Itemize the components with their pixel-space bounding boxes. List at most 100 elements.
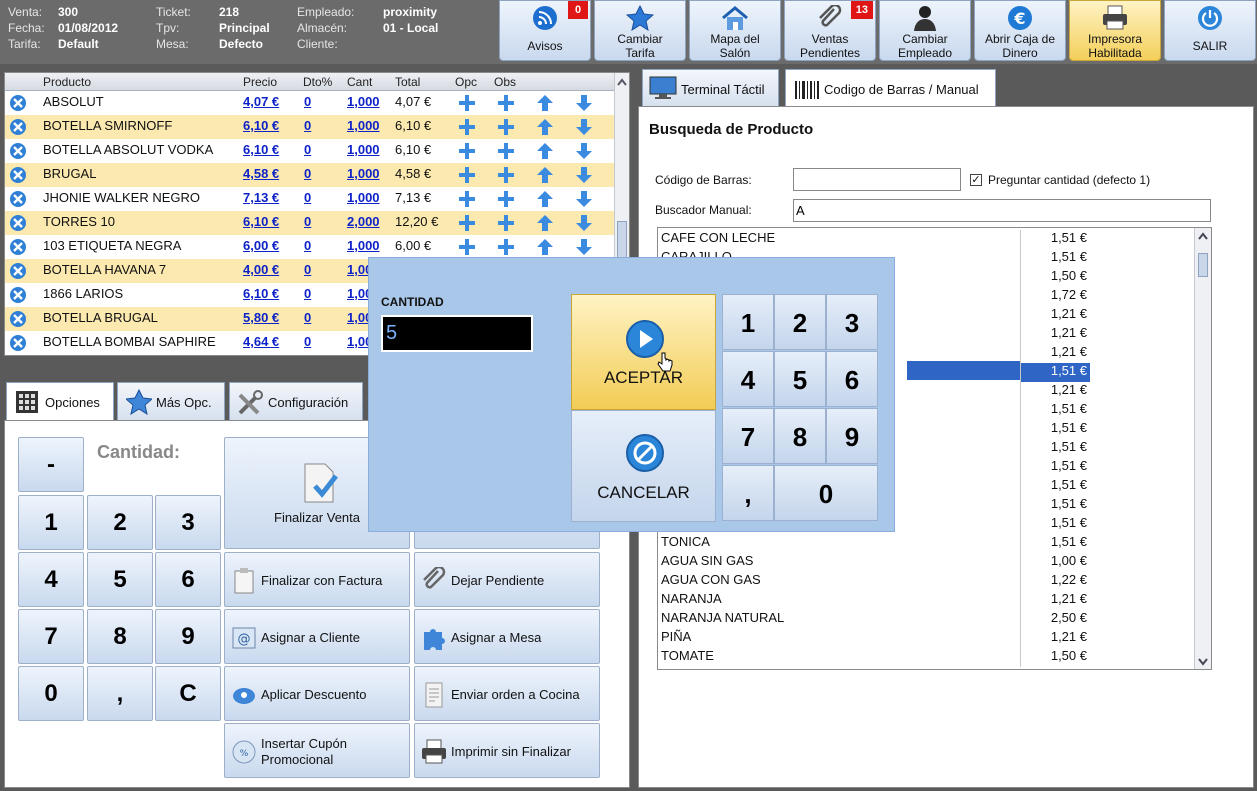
plus-icon[interactable] [496,189,516,209]
remove-icon[interactable] [9,214,27,232]
remove-icon[interactable] [9,142,27,160]
tab-opciones[interactable]: Opciones [6,382,114,422]
cell-qty[interactable]: 1,000 [347,94,380,109]
cambiar-tarifa-button[interactable]: Cambiar Tarifa [594,0,686,61]
imprimir-sin-finalizar-button[interactable]: Imprimir sin Finalizar [414,723,600,778]
barcode-input[interactable] [793,168,961,191]
tab-codigo-barras[interactable]: Codigo de Barras / Manual [785,69,996,109]
asignar-mesa-button[interactable]: Asignar a Mesa [414,609,600,664]
key-0[interactable]: 0 [18,666,84,721]
cell-price[interactable]: 4,07 € [243,94,279,109]
arrow-up-icon[interactable] [535,213,555,233]
plus-icon[interactable] [457,189,477,209]
key-8[interactable]: 8 [87,609,153,664]
scroll-up-icon[interactable] [1195,229,1211,243]
remove-icon[interactable] [9,238,27,256]
cell-price[interactable]: 4,00 € [243,262,279,277]
arrow-down-icon[interactable] [574,141,594,161]
dialog-key-1[interactable]: 1 [722,294,774,350]
table-row[interactable]: ABSOLUT 4,07 € 0 1,000 4,07 € [5,91,615,115]
cancel-button[interactable]: CANCELAR [571,410,716,522]
table-row[interactable]: 103 ETIQUETA NEGRA 6,00 € 0 1,000 6,00 € [5,235,615,259]
cell-dto[interactable]: 0 [304,166,311,181]
table-row[interactable]: BRUGAL 4,58 € 0 1,000 4,58 € [5,163,615,187]
cell-dto[interactable]: 0 [304,310,311,325]
plus-icon[interactable] [496,165,516,185]
cell-dto[interactable]: 0 [304,262,311,277]
remove-icon[interactable] [9,310,27,328]
list-item[interactable]: TONICA 1,51 € [658,532,1091,553]
quantity-display[interactable]: 5 [381,315,533,352]
remove-icon[interactable] [9,94,27,112]
cell-qty[interactable]: 1,000 [347,190,380,205]
manual-search-input[interactable] [793,199,1211,222]
tab-terminal-tactil[interactable]: Terminal Táctil [642,69,779,106]
dialog-key-3[interactable]: 3 [826,294,878,350]
arrow-down-icon[interactable] [574,165,594,185]
key-minus[interactable]: - [18,437,84,492]
cell-price[interactable]: 6,10 € [243,142,279,157]
dialog-key-7[interactable]: 7 [722,408,774,464]
plus-icon[interactable] [457,213,477,233]
list-item[interactable]: TOMATE 1,50 € [658,646,1091,667]
arrow-up-icon[interactable] [535,237,555,257]
list-item[interactable]: AGUA CON GAS 1,22 € [658,570,1091,591]
table-row[interactable]: TORRES 10 6,10 € 0 2,000 12,20 € [5,211,615,235]
arrow-down-icon[interactable] [574,213,594,233]
arrow-down-icon[interactable] [574,189,594,209]
key-comma[interactable]: , [87,666,153,721]
cell-dto[interactable]: 0 [304,94,311,109]
salir-button[interactable]: SALIR [1164,0,1256,61]
cell-price[interactable]: 7,13 € [243,190,279,205]
cell-dto[interactable]: 0 [304,190,311,205]
dialog-key-5[interactable]: 5 [774,351,826,407]
cell-dto[interactable]: 0 [304,118,311,133]
key-6[interactable]: 6 [155,552,221,607]
dialog-key-0[interactable]: 0 [774,465,878,521]
cell-price[interactable]: 6,00 € [243,238,279,253]
dialog-key-comma[interactable]: , [722,465,774,521]
aplicar-descuento-button[interactable]: Aplicar Descuento [224,666,410,721]
accept-button[interactable]: ACEPTAR [571,294,716,410]
remove-icon[interactable] [9,262,27,280]
table-row[interactable]: JHONIE WALKER NEGRO 7,13 € 0 1,000 7,13 € [5,187,615,211]
ventas-pendientes-button[interactable]: 13 Ventas Pendientes [784,0,876,61]
enviar-cocina-button[interactable]: Enviar orden a Cocina [414,666,600,721]
key-9[interactable]: 9 [155,609,221,664]
insertar-cupon-button[interactable]: % Insertar Cupón Promocional [224,723,410,778]
remove-icon[interactable] [9,118,27,136]
remove-icon[interactable] [9,286,27,304]
key-3[interactable]: 3 [155,495,221,550]
plus-icon[interactable] [457,165,477,185]
cell-dto[interactable]: 0 [304,142,311,157]
plus-icon[interactable] [457,141,477,161]
avisos-button[interactable]: 0 Avisos [499,0,591,61]
cell-price[interactable]: 6,10 € [243,286,279,301]
plus-icon[interactable] [496,141,516,161]
tab-mas-opc[interactable]: Más Opc. [117,382,225,420]
key-1[interactable]: 1 [18,495,84,550]
cell-qty[interactable]: 2,000 [347,214,380,229]
dialog-key-8[interactable]: 8 [774,408,826,464]
dialog-key-6[interactable]: 6 [826,351,878,407]
list-item[interactable]: NARANJA NATURAL 2,50 € [658,608,1091,629]
cell-qty[interactable]: 1,000 [347,142,380,157]
mapa-salon-button[interactable]: Mapa del Salón [689,0,781,61]
cell-price[interactable]: 4,64 € [243,334,279,349]
key-7[interactable]: 7 [18,609,84,664]
results-scrollbar[interactable] [1194,228,1211,669]
cell-dto[interactable]: 0 [304,286,311,301]
dejar-pendiente-button[interactable]: Dejar Pendiente [414,552,600,607]
arrow-up-icon[interactable] [535,165,555,185]
key-clear[interactable]: C [155,666,221,721]
cell-dto[interactable]: 0 [304,214,311,229]
dialog-key-4[interactable]: 4 [722,351,774,407]
remove-icon[interactable] [9,190,27,208]
arrow-up-icon[interactable] [535,93,555,113]
list-item[interactable]: AGUA SIN GAS 1,00 € [658,551,1091,572]
arrow-up-icon[interactable] [535,117,555,137]
table-row[interactable]: BOTELLA SMIRNOFF 6,10 € 0 1,000 6,10 € [5,115,615,139]
remove-icon[interactable] [9,166,27,184]
scroll-thumb[interactable] [617,221,627,261]
finalizar-factura-button[interactable]: Finalizar con Factura [224,552,410,607]
